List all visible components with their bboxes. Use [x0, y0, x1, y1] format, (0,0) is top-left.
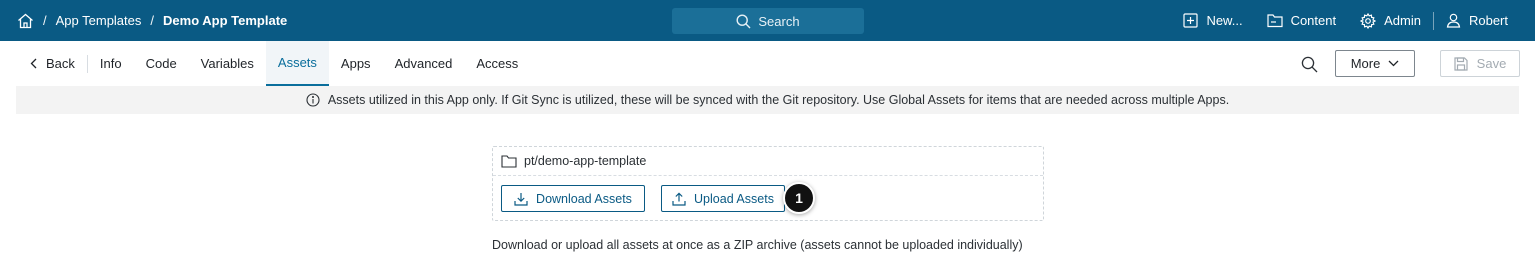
save-button[interactable]: Save	[1440, 50, 1520, 77]
new-label: New...	[1206, 13, 1243, 28]
search-icon	[736, 13, 751, 28]
plus-square-icon	[1183, 13, 1199, 28]
tab-list: Back Info Code Variables Assets Apps Adv…	[16, 41, 530, 86]
download-assets-button[interactable]: Download Assets	[501, 185, 645, 212]
breadcrumb-app-templates[interactable]: App Templates	[56, 13, 142, 28]
assets-path: pt/demo-app-template	[524, 154, 647, 168]
search-icon	[1301, 56, 1317, 72]
search-label: Search	[758, 13, 800, 29]
admin-label: Admin	[1384, 13, 1421, 28]
user-name: Robert	[1468, 13, 1508, 28]
folder-icon	[1266, 14, 1283, 28]
upload-assets-label: Upload Assets	[694, 191, 774, 206]
content-button[interactable]: Content	[1255, 0, 1349, 41]
floppy-disk-icon	[1454, 56, 1468, 71]
search-button[interactable]	[1298, 53, 1320, 75]
user-menu-button[interactable]: Robert	[1434, 0, 1535, 41]
back-label: Back	[46, 56, 75, 71]
upload-assets-button[interactable]: Upload Assets	[661, 185, 785, 212]
top-bar: / App Templates / Demo App Template Sear…	[0, 0, 1535, 41]
breadcrumb-current: Demo App Template	[163, 13, 288, 28]
top-nav: New... Content Admin Robert	[1171, 0, 1535, 41]
info-banner: Assets utilized in this App only. If Git…	[16, 86, 1519, 114]
new-button[interactable]: New...	[1171, 0, 1254, 41]
gear-icon	[1360, 12, 1377, 29]
step-badge: 1	[783, 182, 815, 214]
assets-path-row: pt/demo-app-template	[493, 147, 1043, 176]
back-button[interactable]: Back	[16, 41, 87, 86]
tab-bar: Back Info Code Variables Assets Apps Adv…	[0, 41, 1535, 86]
tab-advanced[interactable]: Advanced	[383, 41, 465, 86]
user-icon	[1446, 13, 1461, 28]
content-label: Content	[1290, 13, 1337, 28]
tab-variables[interactable]: Variables	[189, 41, 266, 86]
assets-help-text: Download or upload all assets at once as…	[492, 238, 1023, 252]
breadcrumb: / App Templates / Demo App Template	[16, 0, 287, 41]
more-button[interactable]: More	[1335, 50, 1415, 77]
tab-info[interactable]: Info	[88, 41, 134, 86]
download-icon	[514, 192, 528, 206]
breadcrumb-separator: /	[150, 13, 155, 28]
download-assets-label: Download Assets	[536, 191, 632, 206]
chevron-left-icon	[30, 58, 37, 69]
home-icon[interactable]	[16, 12, 34, 30]
more-label: More	[1350, 56, 1381, 71]
tab-assets[interactable]: Assets	[265, 41, 329, 86]
global-search-button[interactable]: Search	[672, 8, 864, 34]
folder-icon	[501, 154, 517, 168]
tab-code[interactable]: Code	[134, 41, 189, 86]
breadcrumb-separator: /	[43, 13, 47, 28]
admin-button[interactable]: Admin	[1348, 0, 1433, 41]
save-label: Save	[1476, 56, 1507, 71]
assets-panel: pt/demo-app-template Download Assets Upl…	[492, 146, 1044, 221]
tab-apps[interactable]: Apps	[329, 41, 383, 86]
tab-access[interactable]: Access	[464, 41, 530, 86]
upload-icon	[672, 191, 686, 206]
info-banner-text: Assets utilized in this App only. If Git…	[327, 93, 1230, 107]
info-icon	[306, 93, 320, 107]
chevron-down-icon	[1388, 60, 1399, 67]
